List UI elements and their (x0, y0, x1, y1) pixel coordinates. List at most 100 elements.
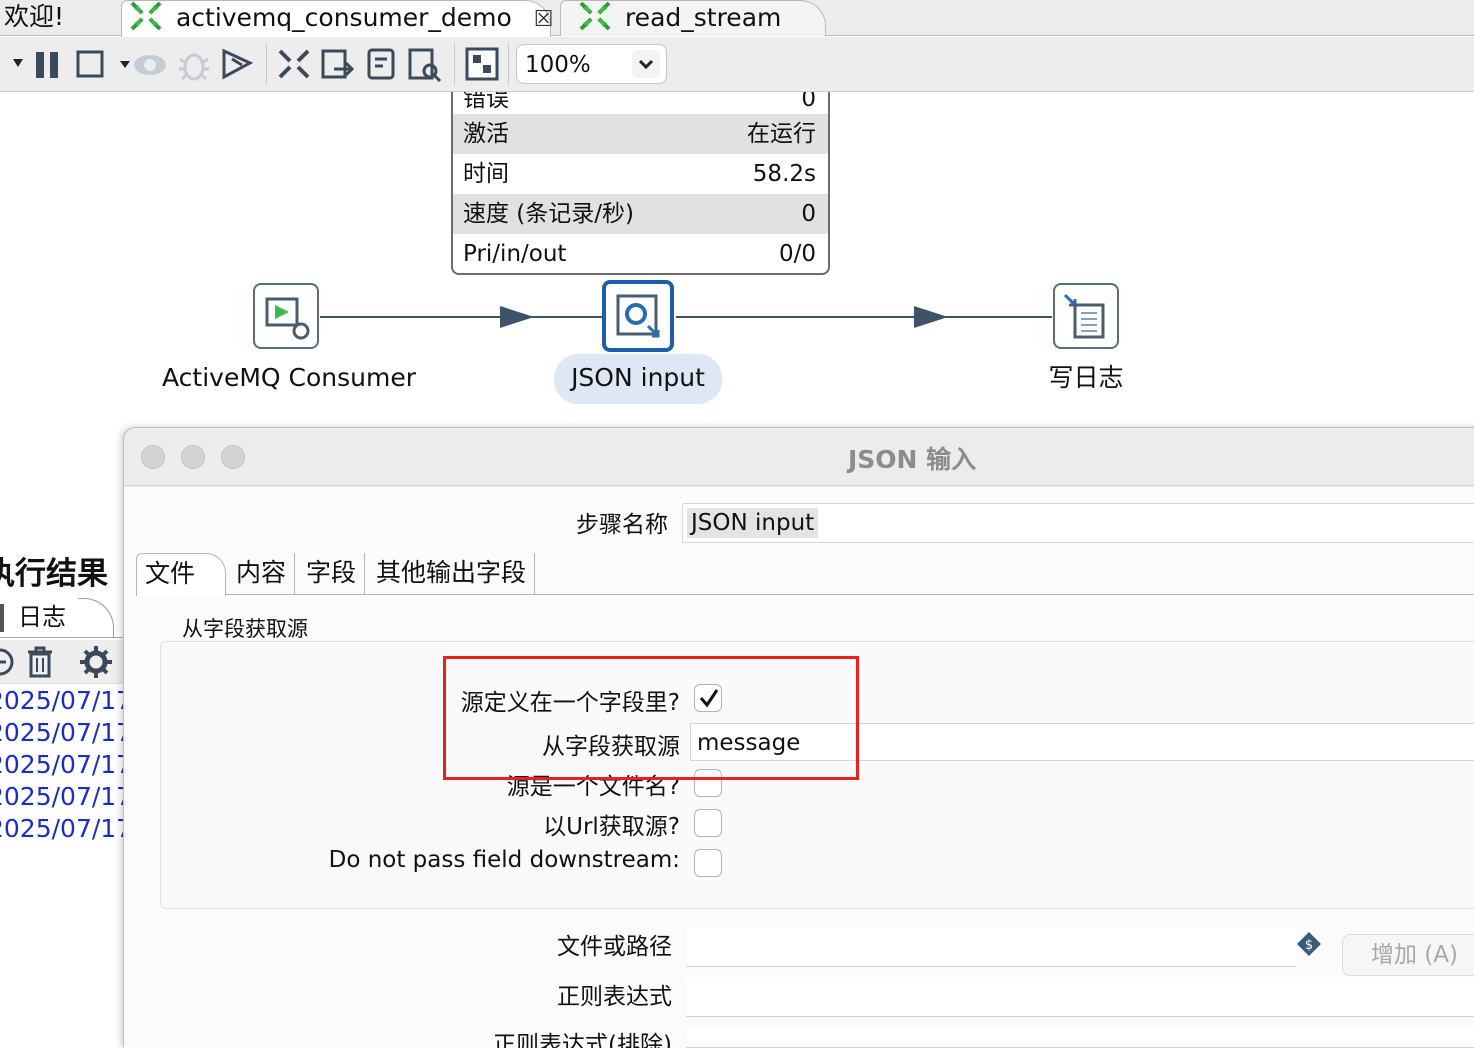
hop-arrow-icon (500, 306, 534, 328)
zoom-value: 100% (525, 52, 591, 78)
metrics-value: 0/0 (778, 241, 816, 267)
dialog-tabs: 文件 内容 字段 其他输出字段 (136, 553, 1474, 596)
close-tab-icon[interactable]: ☒ (534, 3, 554, 37)
log-toolbar (0, 640, 124, 684)
metrics-value: 58.2s (752, 161, 816, 187)
json-input-icon (616, 294, 660, 338)
tab-activemq-consumer-demo[interactable]: activemq_consumer_demo ☒ (121, 0, 554, 37)
file-or-path-label: 文件或路径 (557, 934, 672, 960)
tab-welcome-label: 欢迎! (4, 2, 65, 31)
metrics-label: 时间 (463, 161, 509, 187)
window-minimize-button[interactable] (181, 445, 205, 469)
dialog-title: JSON 输入 (848, 445, 977, 474)
window-zoom-button[interactable] (221, 445, 245, 469)
dialog-body: 步骤名称 JSON input 文件 内容 字段 其他输出字段 从字段获取源 源… (124, 487, 1474, 1048)
tab-fields[interactable]: 字段 (298, 553, 366, 595)
metrics-row: 时间 58.2s (453, 154, 828, 194)
metrics-row: 错误 0 (453, 92, 828, 114)
toolbar-separator (508, 43, 509, 85)
chevron-down-icon[interactable] (632, 50, 660, 78)
pause-icon[interactable] (30, 45, 66, 83)
toolbar-separator (454, 43, 455, 85)
file-tab-bar: 欢迎! activemq_consumer_demo ☒ read_stream (0, 0, 1474, 37)
metrics-value: 0 (801, 201, 816, 227)
preview-icon[interactable] (132, 45, 168, 83)
transformation-icon (579, 1, 611, 31)
stop-dropdown-icon[interactable] (108, 45, 130, 83)
verify-icon[interactable] (276, 45, 312, 83)
consumer-icon (265, 297, 310, 340)
metrics-label: Pri/in/out (463, 241, 567, 267)
variable-icon[interactable]: $ (1296, 931, 1322, 957)
explore-db-icon[interactable] (406, 45, 442, 83)
tab-content-label: 内容 (236, 558, 287, 587)
highlight-box (443, 656, 859, 780)
grid-icon[interactable] (464, 45, 500, 83)
regex-label: 正则表达式 (557, 984, 672, 1010)
step-name-input[interactable]: JSON input (682, 503, 1474, 543)
write-log-icon (1063, 293, 1105, 339)
tab-log-label: 日志 (18, 603, 66, 631)
clear-log-icon[interactable] (0, 644, 18, 680)
transformation-icon (130, 1, 162, 31)
step-json-input[interactable] (602, 280, 674, 352)
add-button[interactable]: 增加 (A) (1342, 934, 1474, 976)
metrics-row: Pri/in/out 0/0 (453, 234, 828, 273)
tab-read-stream[interactable]: read_stream (560, 0, 826, 36)
json-input-dialog: JSON 输入 步骤名称 JSON input 文件 内容 字段 其他输出字段 … (123, 427, 1474, 1048)
tab-welcome[interactable]: 欢迎! (4, 0, 120, 36)
tab-active-label: activemq_consumer_demo (175, 3, 512, 32)
metrics-label: 激活 (463, 121, 509, 147)
regex-exclude-label: 正则表达式(排除) (493, 1032, 672, 1048)
run-dropdown-icon[interactable] (0, 45, 23, 83)
replay-icon[interactable] (220, 45, 256, 83)
group-title: 从字段获取源 (182, 617, 308, 641)
tab-second-label: read_stream (624, 3, 782, 32)
step-activemq-consumer[interactable] (253, 283, 319, 349)
metrics-value: 0 (801, 92, 816, 112)
hop-arrow-icon (914, 306, 948, 328)
transformation-toolbar: 100% (0, 37, 1474, 92)
step-name-label: 步骤名称 (576, 512, 668, 538)
metrics-value: 在运行 (747, 121, 816, 147)
metrics-label: 速度 (条记录/秒) (463, 201, 635, 227)
metrics-row: 激活 在运行 (453, 114, 828, 154)
debug-icon[interactable] (176, 45, 212, 83)
regex-input[interactable] (686, 977, 1474, 1017)
hop-json-to-log[interactable] (676, 316, 1052, 318)
tab-file[interactable]: 文件 (136, 553, 226, 596)
tab-additional-output-fields[interactable]: 其他输出字段 (368, 553, 536, 595)
tab-file-label: 文件 (145, 559, 196, 588)
source-from-url-label: 以Url获取源? (543, 814, 680, 840)
impact-icon[interactable] (320, 45, 356, 83)
tab-content[interactable]: 内容 (228, 553, 296, 595)
step-label-json-input: JSON input (554, 354, 722, 404)
panel-title: 执行结果 (0, 556, 108, 592)
execution-results-panel: 执行结果 日志 2025/07/17 2 2025/07/17 2 2025/0… (0, 540, 156, 1032)
step-write-log[interactable] (1053, 283, 1119, 349)
metrics-row: 速度 (条记录/秒) 0 (453, 194, 828, 234)
do-not-pass-field-label: Do not pass field downstream: (328, 847, 680, 873)
tab-fields-label: 字段 (306, 558, 357, 587)
source-from-url-checkbox[interactable] (694, 809, 722, 837)
tab-log[interactable]: 日志 (0, 598, 124, 638)
step-label-consumer: ActiveMQ Consumer (162, 363, 417, 392)
gear-icon[interactable] (78, 644, 114, 680)
svg-text:$: $ (1305, 938, 1313, 953)
zoom-select[interactable]: 100% (516, 44, 667, 84)
file-or-path-input[interactable] (686, 927, 1296, 967)
trash-icon[interactable] (22, 644, 58, 680)
toolbar-separator (266, 43, 267, 85)
log-tab-indicator (0, 604, 4, 632)
window-close-button[interactable] (141, 445, 165, 469)
dialog-titlebar[interactable]: JSON 输入 (124, 428, 1474, 486)
step-metrics-popup: 错误 0 激活 在运行 时间 58.2s 速度 (条记录/秒) 0 Pri/in… (451, 92, 830, 275)
sql-icon[interactable] (364, 45, 400, 83)
tab-edge (78, 598, 114, 638)
stop-icon[interactable] (74, 45, 110, 83)
regex-exclude-input[interactable] (686, 1027, 1474, 1048)
do-not-pass-field-checkbox[interactable] (694, 849, 722, 877)
tab-additional-label: 其他输出字段 (376, 558, 527, 587)
step-label-write-log: 写日志 (1048, 363, 1124, 392)
hop-consumer-to-json[interactable] (320, 316, 602, 318)
